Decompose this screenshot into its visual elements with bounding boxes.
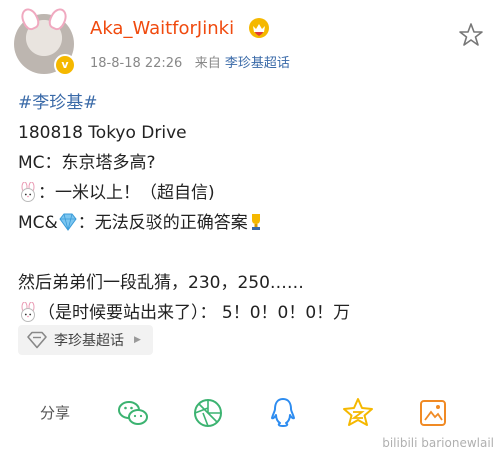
content-line: ：一米以上！（超自信) bbox=[18, 178, 488, 208]
qq-icon[interactable] bbox=[266, 396, 300, 430]
chip-label: 李珍基超话 bbox=[54, 333, 124, 349]
post-content: #李珍基# 180818 Tokyo Drive MC：东京塔多高? ：一米以上… bbox=[18, 88, 488, 328]
supertopic-chip[interactable]: 李珍基超话 ▶ bbox=[18, 325, 153, 355]
star-outline-icon[interactable] bbox=[458, 22, 484, 48]
content-text: （是时候要站出来了）： 5！0！0！0！万 bbox=[38, 303, 351, 323]
diamond-emoji-icon bbox=[59, 213, 77, 231]
chevron-right-icon: ▶ bbox=[134, 335, 141, 345]
save-image-icon[interactable] bbox=[416, 396, 450, 430]
content-line: 然后弟弟们一段乱猜，230，250…… bbox=[18, 273, 304, 293]
topic-link[interactable]: #李珍基# bbox=[18, 88, 488, 118]
content-text: MC& bbox=[18, 213, 58, 233]
wechat-icon[interactable] bbox=[116, 396, 150, 430]
username[interactable]: Aka_WaitforJinki bbox=[90, 18, 234, 39]
post-meta: 18-8-18 22:26 来自 李珍基超话 bbox=[90, 52, 290, 71]
content-text: ：无法反驳的正确答案 bbox=[77, 213, 248, 233]
content-line: MC：东京塔多高? bbox=[18, 153, 156, 173]
crown-heart-icon bbox=[249, 18, 269, 38]
share-bar: 分享 bbox=[40, 396, 480, 432]
timestamp: 18-8-18 22:26 bbox=[90, 56, 183, 71]
moments-icon[interactable] bbox=[191, 396, 225, 430]
source-link[interactable]: 李珍基超话 bbox=[225, 56, 290, 71]
supertopic-diamond-icon bbox=[27, 331, 47, 349]
verified-badge-icon: v bbox=[54, 54, 76, 76]
avatar[interactable]: v bbox=[14, 5, 76, 76]
bunny-ear-left bbox=[18, 5, 42, 33]
content-line: （是时候要站出来了）： 5！0！0！0！万 bbox=[18, 298, 488, 328]
qzone-icon[interactable] bbox=[341, 396, 375, 430]
content-text: ：一米以上！（超自信) bbox=[38, 183, 215, 203]
trophy-emoji-icon bbox=[251, 214, 260, 230]
rabbit-emoji-icon bbox=[21, 302, 35, 322]
content-line: MC& ：无法反驳的正确答案 bbox=[18, 208, 488, 238]
bunny-ear-right bbox=[46, 5, 70, 33]
from-label: 来自 bbox=[194, 56, 221, 71]
content-line: 180818 Tokyo Drive bbox=[18, 123, 187, 143]
share-label: 分享 bbox=[40, 404, 71, 422]
rabbit-emoji-icon bbox=[21, 182, 35, 202]
watermark: bilibili barionewlail bbox=[382, 436, 494, 450]
